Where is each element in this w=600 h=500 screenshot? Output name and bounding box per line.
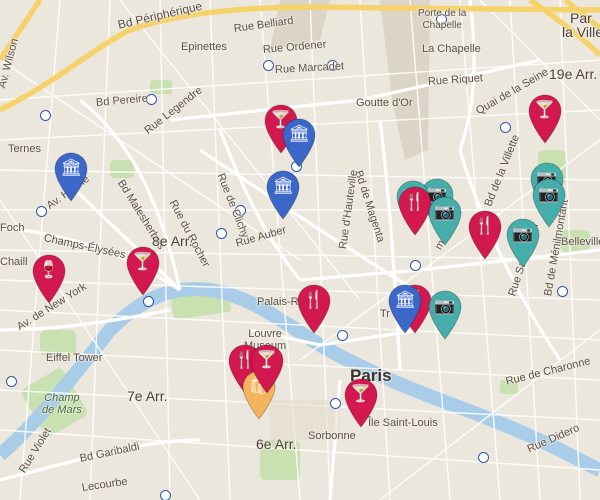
- map-canvas[interactable]: Bd Périphérique Porte de la Chapelle Rue…: [0, 0, 600, 500]
- district-label: 7e Arr.: [127, 388, 168, 404]
- bar-icon: 🍸: [256, 350, 278, 370]
- photo-pin-6[interactable]: 📷: [532, 178, 566, 228]
- place-label: Île Saint-Louis: [368, 417, 438, 429]
- place-label: Chaill: [0, 256, 28, 268]
- metro-station-icon: [410, 260, 421, 271]
- metro-station-icon: [40, 110, 51, 121]
- restaurant-pin-2[interactable]: 🍴: [297, 284, 331, 334]
- metro-station-icon: [337, 330, 348, 341]
- road-label: Foch: [0, 222, 25, 234]
- restaurant-icon: 🍴: [303, 290, 325, 310]
- place-label: La Chapelle: [422, 43, 481, 55]
- metro-station-icon: [557, 286, 568, 297]
- metro-station-icon: [160, 490, 171, 500]
- museum-pin-2[interactable]: 🏛: [266, 170, 300, 220]
- landmark-label: Eiffel Tower: [46, 352, 103, 364]
- bar-pin-2[interactable]: 🍸: [528, 94, 562, 144]
- metro-station-icon: [478, 452, 489, 463]
- place-label: Goutte d'Or: [356, 97, 413, 109]
- place-label: la Villette: [562, 24, 600, 40]
- photo-pin-3[interactable]: 📷: [428, 196, 462, 246]
- museum-icon: 🏛: [272, 176, 294, 196]
- bar-pin-5[interactable]: 🍸: [250, 344, 284, 394]
- restaurant-icon: 🍴: [404, 192, 426, 212]
- photo-icon: 📷: [538, 184, 560, 204]
- place-label: Belleville: [561, 236, 600, 248]
- bar-icon: 🍸: [350, 384, 372, 404]
- bar-icon: 🍸: [534, 100, 556, 120]
- metro-station-icon: [216, 228, 227, 239]
- metro-station-icon: [36, 206, 47, 217]
- restaurant-pin-3[interactable]: 🍴: [398, 186, 432, 236]
- district-label: 19e Arr.: [549, 66, 598, 82]
- photo-icon: 📷: [434, 202, 456, 222]
- place-label: Sorbonne: [308, 430, 356, 442]
- restaurant-icon: 🍷: [38, 260, 60, 280]
- bar-pin-3[interactable]: 🍸: [126, 246, 160, 296]
- photo-pin-7[interactable]: 📷: [428, 290, 462, 340]
- museum-pin-3[interactable]: 🏛: [54, 152, 88, 202]
- photo-icon: 📷: [434, 296, 456, 316]
- museum-icon: 🏛: [288, 124, 310, 144]
- restaurant-icon: 🍴: [474, 216, 496, 236]
- place-label: Ternes: [8, 143, 42, 155]
- park-label: Champ de Mars: [42, 392, 82, 416]
- restaurant-pin-4[interactable]: 🍴: [468, 210, 502, 260]
- museum-pin-1[interactable]: 🏛: [282, 118, 316, 168]
- place-label: Porte de la Chapelle: [418, 8, 467, 31]
- museum-pin-4[interactable]: 🏛: [388, 284, 422, 334]
- museum-icon: 🏛: [60, 158, 82, 178]
- metro-station-icon: [500, 122, 511, 133]
- museum-icon: 🏛: [394, 290, 416, 310]
- place-label: Par: [570, 10, 592, 26]
- bar-pin-4[interactable]: 🍸: [344, 378, 378, 428]
- metro-station-icon: [263, 60, 274, 71]
- restaurant-pin-1[interactable]: 🍷: [32, 254, 66, 304]
- metro-station-icon: [6, 376, 17, 387]
- place-label: Epinettes: [181, 41, 227, 53]
- bar-icon: 🍸: [132, 252, 154, 272]
- metro-station-icon: [143, 296, 154, 307]
- metro-station-icon: [330, 398, 341, 409]
- district-label: 6e Arr.: [256, 436, 297, 452]
